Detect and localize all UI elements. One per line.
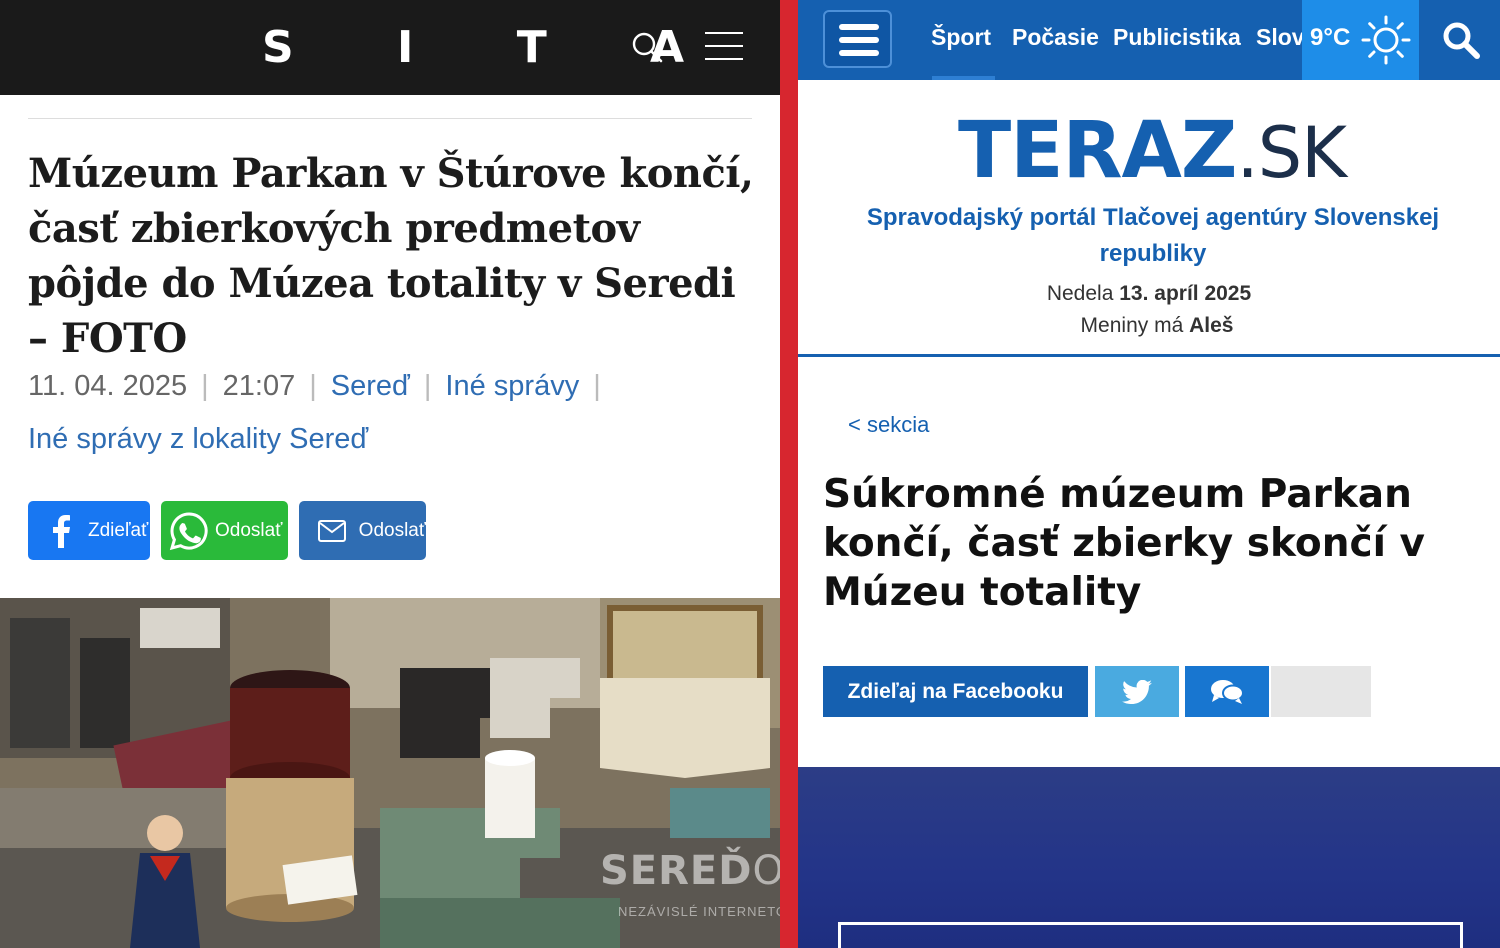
sun-icon [1361,15,1411,65]
article-date: 11. 04. 2025 [28,370,188,402]
hamburger-menu-icon[interactable] [823,10,892,68]
article-image [798,767,1500,948]
logo-bold: TERAZ [958,106,1237,196]
weather-widget[interactable]: 9°C [1302,0,1419,80]
split-divider [780,0,798,948]
active-nav-indicator [932,76,995,80]
search-icon[interactable] [630,30,664,64]
whatsapp-share-label: Odoslať [215,519,283,541]
facebook-share-button[interactable]: Zdieľať [28,501,150,560]
article-photo [0,598,780,948]
date-value: 13. apríl 2025 [1119,282,1252,305]
sita-article-pane: S I T A Múzeum Parkan v Štúrove končí, č… [0,0,780,948]
date-prefix: Nedela [1046,282,1114,305]
twitter-icon [1122,679,1152,704]
local-news-link[interactable]: Iné správy z lokality Sereď [28,423,368,455]
teraz-logo[interactable]: TERAZ.SK [958,106,1347,196]
article-title: Múzeum Parkan v Štúrove končí, časť zbie… [28,150,754,362]
museum-photo-illustration [0,598,780,948]
image-frame [838,922,1463,948]
hamburger-menu-icon[interactable] [705,32,743,62]
logo-light: .SK [1236,112,1347,194]
current-date: Nedela 13. apríl 2025 [798,282,1500,306]
whatsapp-icon [169,511,209,551]
facebook-icon [44,514,78,548]
header-divider [798,354,1500,357]
name-day-value: Aleš [1189,314,1234,337]
divider [28,118,752,119]
category-link[interactable]: Iné správy [445,370,579,402]
twitter-share-button[interactable] [1095,666,1179,717]
nav-item-pocasie[interactable]: Počasie [1012,24,1099,51]
comments-icon [1211,679,1244,704]
location-link[interactable]: Sereď [331,370,410,402]
weather-temperature: 9°C [1310,24,1351,51]
whatsapp-share-button[interactable]: Odoslať [161,501,288,560]
search-icon[interactable] [1441,20,1481,60]
nav-item-slovensko[interactable]: Slov [1256,24,1305,51]
split-screenshot: S I T A Múzeum Parkan v Štúrove končí, č… [0,0,1500,948]
watermark-brand-bold: SEREĎ [600,848,753,894]
share-placeholder [1271,666,1371,717]
nav-item-publicistika[interactable]: Publicistika [1113,24,1241,51]
sita-header: S I T A [0,0,780,95]
teraz-header: Šport Počasie Publicistika Slov 9°C [798,0,1500,80]
nav-item-sport[interactable]: Šport [931,24,991,51]
facebook-share-label: Zdieľať [88,519,149,541]
name-day-prefix: Meniny má [1080,314,1184,337]
site-tagline: Spravodajský portál Tlačovej agentúry Sl… [866,204,1440,267]
email-share-button[interactable]: Odoslať [299,501,426,560]
mail-icon [315,514,349,548]
name-day: Meniny má Aleš [798,314,1500,338]
facebook-share-button[interactable]: Zdieľaj na Facebooku [823,666,1088,717]
article-title: Súkromné múzeum Parkan končí, časť zbier… [823,472,1425,615]
email-share-label: Odoslať [358,519,426,541]
article-meta: 11. 04. 2025 | 21:07 | Sereď | Iné správy | Iné… [28,370,601,455]
back-to-section-link[interactable]: < sekcia [848,412,929,438]
teraz-article-pane: Šport Počasie Publicistika Slov 9°C TERA… [798,0,1500,948]
comments-button[interactable] [1185,666,1269,717]
article-time: 21:07 [222,370,296,402]
